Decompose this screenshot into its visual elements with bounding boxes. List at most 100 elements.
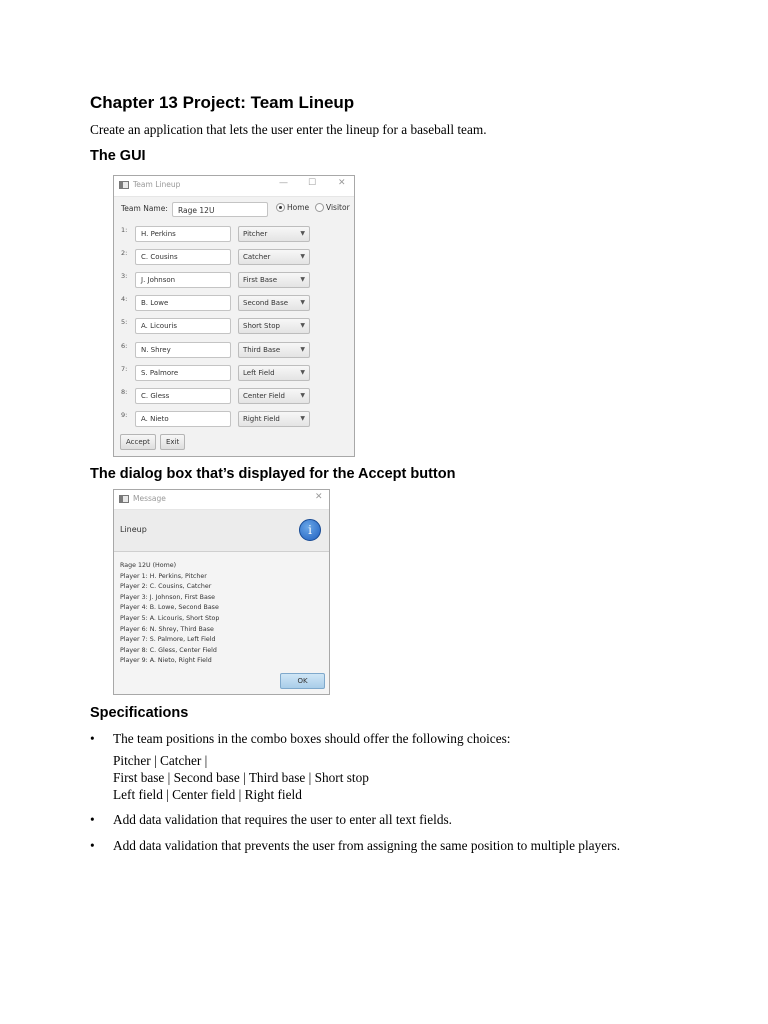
position-combo[interactable]: Pitcher ▼ <box>238 226 310 242</box>
dialog-line: Player 5: A. Licouris, Short Stop <box>120 614 220 622</box>
player-number: 9: <box>121 411 128 419</box>
dialog-title: Message <box>133 494 166 503</box>
player-row: 2: C. Cousins Catcher ▼ <box>114 249 354 266</box>
dialog-line: Player 8: C. Gless, Center Field <box>120 646 217 654</box>
ok-button[interactable]: OK <box>280 673 325 689</box>
bullet-icon: • <box>90 812 95 827</box>
player-row: 8: C. Gless Center Field ▼ <box>114 388 354 405</box>
message-dialog: Message ✕ Lineup i Rage 12U (Home) Playe… <box>113 489 330 695</box>
radio-selected-icon <box>276 203 285 212</box>
dialog-line: Rage 12U (Home) <box>120 562 177 569</box>
dialog-line: Player 2: C. Cousins, Catcher <box>120 583 212 591</box>
minimize-icon[interactable]: — <box>279 178 288 188</box>
player-name-input[interactable]: B. Lowe <box>135 295 231 311</box>
dialog-titlebar: Message ✕ <box>114 490 329 510</box>
dropdown-arrow-icon: ▼ <box>300 392 305 399</box>
dropdown-arrow-icon: ▼ <box>300 415 305 422</box>
radio-visitor[interactable]: Visitor <box>315 203 350 212</box>
dialog-line: Player 1: H. Perkins, Pitcher <box>120 572 207 580</box>
choice-line: Left field | Center field | Right field <box>113 787 302 802</box>
bullet-icon: • <box>90 731 95 746</box>
dialog-heading: The dialog box that’s displayed for the … <box>90 466 456 482</box>
player-row: 4: B. Lowe Second Base ▼ <box>114 295 354 312</box>
intro-paragraph: Create an application that lets the user… <box>90 122 487 137</box>
position-value: Third Base <box>243 346 281 354</box>
player-row: 7: S. Palmore Left Field ▼ <box>114 365 354 382</box>
dialog-header-text: Lineup <box>120 525 147 534</box>
radio-visitor-label: Visitor <box>326 203 350 212</box>
player-row: 9: A. Nieto Right Field ▼ <box>114 411 354 428</box>
player-name-input[interactable]: A. Licouris <box>135 318 231 334</box>
window-titlebar: Team Lineup — ☐ ✕ <box>114 176 354 197</box>
choice-line: First base | Second base | Third base | … <box>113 770 369 785</box>
choice-line: Pitcher | Catcher | <box>113 753 208 768</box>
player-number: 5: <box>121 318 128 326</box>
player-name-input[interactable]: C. Cousins <box>135 249 231 265</box>
page-title: Chapter 13 Project: Team Lineup <box>90 93 355 112</box>
dropdown-arrow-icon: ▼ <box>300 322 305 329</box>
team-lineup-window: Team Lineup — ☐ ✕ Team Name: Rage 12U Ho… <box>113 175 355 457</box>
player-name-input[interactable]: S. Palmore <box>135 365 231 381</box>
accept-button[interactable]: Accept <box>120 434 156 450</box>
dialog-line: Player 7: S. Palmore, Left Field <box>120 636 216 644</box>
player-name-input[interactable]: N. Shrey <box>135 342 231 358</box>
player-name-input[interactable]: H. Perkins <box>135 226 231 242</box>
position-value: Catcher <box>243 253 271 261</box>
window-title: Team Lineup <box>133 180 181 189</box>
position-combo[interactable]: Second Base ▼ <box>238 295 310 311</box>
player-number: 2: <box>121 249 128 257</box>
dropdown-arrow-icon: ▼ <box>300 253 305 260</box>
player-number: 1: <box>121 226 128 234</box>
player-number: 8: <box>121 388 128 396</box>
position-combo[interactable]: Left Field ▼ <box>238 365 310 381</box>
gui-heading: The GUI <box>90 148 146 164</box>
position-combo[interactable]: Third Base ▼ <box>238 342 310 358</box>
close-icon[interactable]: ✕ <box>338 178 346 188</box>
team-name-input[interactable]: Rage 12U <box>172 202 268 217</box>
player-row: 3: J. Johnson First Base ▼ <box>114 272 354 289</box>
player-number: 3: <box>121 272 128 280</box>
position-value: Right Field <box>243 415 280 423</box>
dropdown-arrow-icon: ▼ <box>300 369 305 376</box>
position-value: Center Field <box>243 392 285 400</box>
player-row: 1: H. Perkins Pitcher ▼ <box>114 226 354 243</box>
dialog-line: Player 4: B. Lowe, Second Base <box>120 604 219 612</box>
position-value: Second Base <box>243 299 289 307</box>
maximize-icon[interactable]: ☐ <box>308 178 316 188</box>
dropdown-arrow-icon: ▼ <box>300 346 305 353</box>
position-value: Pitcher <box>243 230 268 238</box>
bullet-text: Add data validation that prevents the us… <box>113 838 621 853</box>
player-name-input[interactable]: A. Nieto <box>135 411 231 427</box>
dropdown-arrow-icon: ▼ <box>300 299 305 306</box>
player-name-input[interactable]: C. Gless <box>135 388 231 404</box>
bullet-text: Add data validation that requires the us… <box>113 812 452 827</box>
spec-heading: Specifications <box>90 705 189 721</box>
bullet-text: The team positions in the combo boxes sh… <box>113 731 511 746</box>
app-icon <box>119 495 129 503</box>
position-value: First Base <box>243 276 278 284</box>
player-number: 6: <box>121 342 128 350</box>
close-icon[interactable]: ✕ <box>315 492 323 502</box>
position-value: Left Field <box>243 369 275 377</box>
position-combo[interactable]: Short Stop ▼ <box>238 318 310 334</box>
position-combo[interactable]: Right Field ▼ <box>238 411 310 427</box>
position-combo[interactable]: Center Field ▼ <box>238 388 310 404</box>
team-name-label: Team Name: <box>121 204 168 213</box>
player-name-input[interactable]: J. Johnson <box>135 272 231 288</box>
dialog-line: Player 3: J. Johnson, First Base <box>120 593 215 601</box>
radio-unselected-icon <box>315 203 324 212</box>
dialog-content: Rage 12U (Home) Player 1: H. Perkins, Pi… <box>120 561 219 667</box>
player-number: 4: <box>121 295 128 303</box>
radio-home-label: Home <box>287 203 310 212</box>
app-icon <box>119 181 129 189</box>
player-row: 5: A. Licouris Short Stop ▼ <box>114 318 354 335</box>
dropdown-arrow-icon: ▼ <box>300 276 305 283</box>
dialog-line: Player 9: A. Nieto, Right Field <box>120 657 212 665</box>
radio-home[interactable]: Home <box>276 203 309 212</box>
info-icon: i <box>299 519 321 541</box>
dialog-header: Lineup i <box>114 510 329 552</box>
exit-button[interactable]: Exit <box>160 434 186 450</box>
position-combo[interactable]: Catcher ▼ <box>238 249 310 265</box>
position-combo[interactable]: First Base ▼ <box>238 272 310 288</box>
player-number: 7: <box>121 365 128 373</box>
